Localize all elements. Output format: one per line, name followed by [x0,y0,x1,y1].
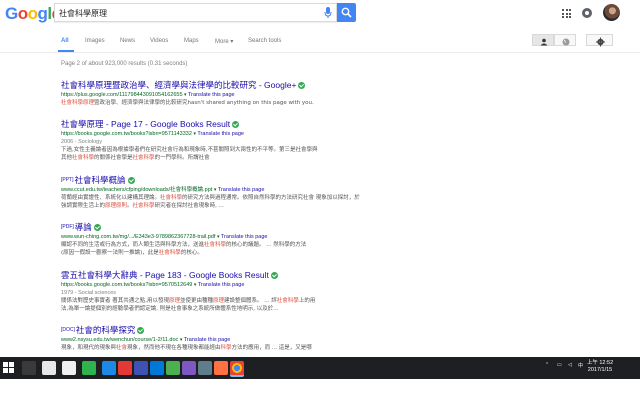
search-result: 社會科學原理暨政治學、經濟學與法律學的比較研究 - Google+ https:… [61,80,361,107]
result-snippet: 社會科學原理暨政治學、經濟學與法律學的比較研究hasn't shared any… [61,100,314,106]
result-stats: Page 2 of about 923,000 results (0.31 se… [61,61,188,67]
search-result: [PPT]社會科學概論 www.ccut.edu.tw/teachers/cfp… [61,175,361,210]
tray-chevron-icon[interactable]: ⌃ [545,362,549,368]
person-icon [540,38,548,46]
edge-icon[interactable] [150,361,164,375]
translate-link[interactable]: Translate this page [218,187,265,193]
app-icon[interactable] [182,361,196,375]
translate-link[interactable]: Translate this page [188,92,235,98]
search-icon [341,7,352,18]
result-url: www2.nsysu.edu.tw/wenchun/course/1-2/11.… [61,337,231,343]
logo-letter: G [5,4,18,23]
result-title[interactable]: 社會學原理 - Page 17 - Google Books Result [61,119,361,130]
clock-date: 2017/1/15 [587,367,613,373]
translate-link[interactable]: Translate this page [197,131,244,137]
result-snippet: 法,為單一論提個別的經驗學者們認定論, 則是社會事象之系統所做體系性地明示, 以… [61,306,279,312]
store-icon[interactable] [42,361,56,375]
verified-check-icon [298,82,306,89]
clock-time: 上午 12:52 [586,360,614,366]
excel-icon[interactable] [166,361,180,375]
search-result: [PDF]導論 www.wun-ching.com.tw/mg/.../E343… [61,222,361,257]
windows-start-button[interactable] [2,361,15,374]
app-icon[interactable] [214,361,228,375]
app-icon[interactable] [198,361,212,375]
tab-search-tools[interactable]: Search tools [248,38,281,44]
line-app-icon[interactable] [82,361,96,375]
chrome-icon[interactable] [230,361,244,375]
logo-letter: g [37,4,48,23]
verified-check-icon [270,272,278,279]
verified-check-icon [232,121,240,128]
avatar[interactable] [603,4,620,21]
global-results-button[interactable] [554,34,576,46]
result-snippet: 下過,女性主義論者因為根據學者們在研究社會行為和現象時,不甚關照到大兩性的不平等… [61,147,318,153]
result-url: https://books.google.com.tw/books?isbn=9… [61,282,245,288]
system-clock[interactable]: 上午 12:52 2017/1/15 [585,360,615,374]
file-explorer-icon[interactable] [62,361,76,375]
result-snippet: 強調實際生活上的原理原則。社會科學研究者在探討社會現象時, ... [61,203,224,209]
active-tab-indicator [58,50,74,52]
result-title[interactable]: [PPT]社會科學概論 [61,175,361,186]
tab-news[interactable]: News [120,38,135,44]
result-snippet: 荷蘭經由實證性、系統化以建構其理論。社會科學的研究方法與過程通常。依照自然科學的… [61,195,360,201]
input-language[interactable]: 中 [578,362,583,369]
tab-maps[interactable]: Maps [184,38,199,44]
blank-area [0,379,640,400]
verified-check-icon [127,177,135,184]
tab-images[interactable]: Images [85,38,105,44]
acrobat-icon[interactable] [118,361,132,375]
translate-link[interactable]: Translate this page [198,282,245,288]
search-button[interactable] [337,3,356,22]
result-title[interactable]: 社會科學原理暨政治學、經濟學與法律學的比較研究 - Google+ [61,80,361,91]
network-icon[interactable]: ▭ [557,362,562,368]
result-title[interactable]: 雲五社會科學大辭典 - Page 183 - Google Books Resu… [61,270,361,281]
search-result: 社會學原理 - Page 17 - Google Books Result ht… [61,119,361,162]
result-url: www.ccut.edu.tw/teachers/cfping/download… [61,187,265,193]
verified-check-icon [137,327,145,334]
windows-taskbar: ⌃ ▭ ◁ 中 上午 12:52 2017/1/15 [0,357,640,379]
result-snippet: 其他社會科學的關係社會學是社會科學的一門學科。所謂社會 [61,155,210,161]
notifications-icon[interactable] [582,8,592,18]
apps-grid-icon[interactable] [562,9,571,18]
globe-icon [562,38,570,46]
result-meta: 2006 - Sociology [61,139,102,145]
result-snippet: 現象，和現代的現象與社會現象，然而他不現在各種現象都能經由科學方法的應用，而 .… [61,345,312,351]
gear-icon [596,37,605,47]
google-logo[interactable]: Google [5,4,61,24]
search-box[interactable] [54,3,337,22]
settings-button[interactable] [586,34,613,47]
result-url: www.wun-ching.com.tw/mg/.../E343e3-97898… [61,234,268,240]
header: Google [0,0,640,28]
search-result: [DOC]社會的科學探究 www2.nsysu.edu.tw/wenchun/c… [61,325,361,352]
volume-icon[interactable]: ◁ [568,362,572,368]
media-player-icon[interactable] [134,361,148,375]
search-result: 雲五社會科學大辭典 - Page 183 - Google Books Resu… [61,270,361,313]
search-input[interactable] [59,5,314,21]
result-url: https://plus.google.com/1117984430910541… [61,92,235,98]
tab-all[interactable]: All [61,38,69,44]
tab-videos[interactable]: Videos [150,38,168,44]
translate-link[interactable]: Translate this page [184,337,231,343]
result-title[interactable]: [DOC]社會的科學探究 [61,325,361,336]
result-snippet: (原因一假設一觀察一法則一推論)，此是社會科學的核心。 [61,250,203,256]
microphone-icon[interactable] [324,7,332,19]
tab-more[interactable]: More ▾ [215,38,233,45]
result-snippet: 關係法對歷史事實者 著其共通之點,用以發現原理並使更由種種原理建設整個體系。 .… [61,298,316,304]
result-title[interactable]: [PDF]導論 [61,222,361,233]
personal-results-button[interactable] [532,34,554,46]
result-meta: 1979 - Social sciences [61,290,117,296]
logo-letter: o [27,4,38,23]
result-snippet: 顯認不同的生活或行為方式，而人類生活與科學方法，送進社會科學的核心的議題。 ..… [61,242,307,248]
task-view-icon[interactable] [22,361,36,375]
search-nav: All Images News Videos Maps More ▾ Searc… [0,28,640,53]
logo-letter: o [17,4,28,23]
translate-link[interactable]: Translate this page [221,234,268,240]
verified-check-icon [93,224,101,231]
result-url: https://books.google.com.tw/books?isbn=9… [61,131,244,137]
word-icon[interactable] [102,361,116,375]
